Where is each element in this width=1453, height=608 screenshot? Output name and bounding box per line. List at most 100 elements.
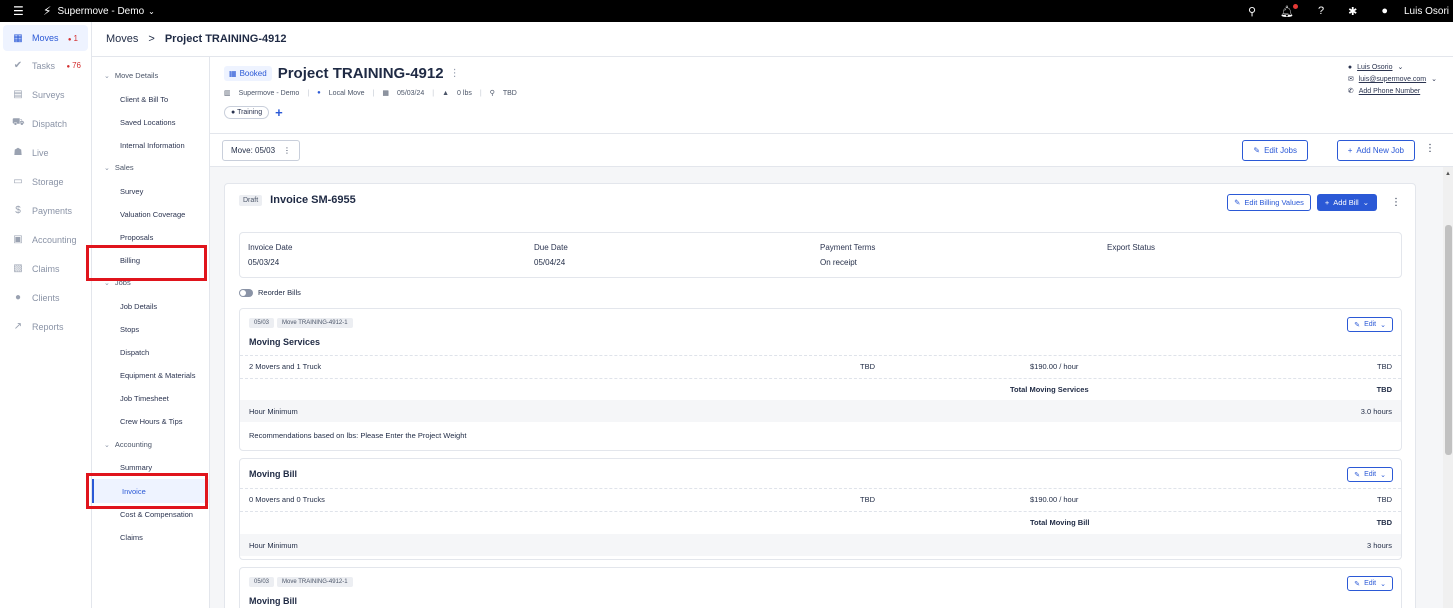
toggle-switch[interactable]	[239, 288, 253, 297]
edit-jobs-button[interactable]: ✎ Edit Jobs	[1242, 140, 1308, 161]
contact-name[interactable]: Luis Osorio	[1357, 64, 1392, 71]
subnav-section-accounting[interactable]: ⌄ Accounting	[104, 440, 152, 449]
subnav-item-job-timesheet[interactable]: Job Timesheet	[120, 394, 169, 403]
subnav-item-saved-locations[interactable]: Saved Locations	[120, 118, 175, 127]
search-icon[interactable]: ⚲	[1248, 5, 1256, 18]
chevron-down-icon: ⌄	[1362, 198, 1369, 207]
bill-total-row: Total Moving Services TBD	[240, 378, 1401, 400]
add-tag-button[interactable]: +	[275, 105, 283, 120]
add-phone-link[interactable]: Add Phone Number	[1359, 88, 1420, 95]
bill-total-row: Total Moving Bill TBD	[240, 511, 1401, 533]
gear-icon[interactable]: ✱	[1348, 5, 1357, 18]
subnav-item-proposals[interactable]: Proposals	[120, 233, 153, 242]
page-title: Project TRAINING-4912	[277, 65, 444, 82]
invoice-status-badge: Draft	[239, 194, 263, 206]
plus-icon: +	[1347, 146, 1353, 155]
moves-badge: 1	[68, 34, 78, 43]
kebab-menu-icon[interactable]: ⋮	[1425, 143, 1435, 154]
reorder-bills-toggle[interactable]: Reorder Bills	[239, 288, 301, 297]
subnav-item-job-details[interactable]: Job Details	[120, 302, 157, 311]
edit-billing-values-button[interactable]: ✎ Edit Billing Values	[1227, 194, 1311, 211]
bill-card: Moving Bill ✎ Edit ⌄ 0 Movers and 0 Trucks…	[239, 458, 1402, 560]
project-subnav: ⌄ Move Details Client & Bill To Saved Loc…	[92, 57, 210, 608]
pencil-icon: ✎	[1354, 580, 1361, 588]
user-icon: ●	[1347, 63, 1353, 71]
kebab-menu-icon[interactable]: ⋮	[1391, 197, 1401, 208]
bell-icon[interactable]: 🔔︎	[1280, 3, 1298, 18]
add-bill-button[interactable]: + Add Bill ⌄	[1316, 194, 1377, 211]
status-badge: ▦ Booked	[224, 66, 272, 81]
tag-icon: ●	[231, 109, 236, 116]
chevron-down-icon: ⌄	[1397, 64, 1404, 71]
clipboard-icon: ▤	[13, 89, 23, 100]
user-icon[interactable]: ●	[1381, 5, 1388, 17]
nav-item-tasks[interactable]: ✔Tasks76	[0, 51, 91, 80]
project-tag[interactable]: ● Training	[224, 106, 270, 119]
scroll-up-icon[interactable]: ▲	[1445, 171, 1451, 177]
kebab-menu-icon: ⋮	[283, 146, 292, 155]
edit-bill-button[interactable]: ✎ Edit ⌄	[1347, 467, 1393, 482]
nav-item-storage[interactable]: ▭ Storage	[0, 167, 91, 196]
subnav-item-dispatch[interactable]: Dispatch	[120, 348, 149, 357]
calendar-icon: ▦	[382, 90, 390, 97]
bill-minimum-row: Hour Minimum 3 hours	[240, 534, 1401, 556]
bill-date-pill: 05/03	[249, 577, 275, 587]
chevron-down-icon: ⌄	[104, 164, 110, 172]
highlight-billing	[86, 245, 207, 281]
calculator-icon: ▣	[13, 234, 23, 245]
breadcrumb-separator: >	[148, 33, 155, 45]
edit-bill-button[interactable]: ✎ Edit ⌄	[1347, 317, 1393, 332]
calendar-icon: ▦	[13, 32, 23, 44]
tasks-badge: 76	[66, 61, 81, 70]
nav-item-dispatch[interactable]: ⛟ Dispatch	[0, 109, 91, 138]
check-circle-icon: ✔	[13, 60, 23, 71]
subnav-section-sales[interactable]: ⌄ Sales	[104, 163, 134, 172]
help-icon[interactable]: ?	[1318, 5, 1324, 17]
nav-item-accounting[interactable]: ▣ Accounting	[0, 225, 91, 254]
nav-item-claims[interactable]: ▧ Claims	[0, 254, 91, 283]
bill-date-pill: 05/03	[249, 318, 275, 328]
scrollbar[interactable]: ▲	[1443, 167, 1453, 608]
subnav-item-internal-information[interactable]: Internal Information	[120, 141, 185, 150]
nav-item-moves[interactable]: ▦Moves1	[3, 25, 88, 51]
project-move-type: Local Move	[328, 89, 365, 97]
nav-item-reports[interactable]: ↗ Reports	[0, 312, 91, 341]
due-date-value: 05/04/24	[534, 258, 566, 267]
dollar-icon: $	[15, 205, 21, 216]
subnav-section-move-details[interactable]: ⌄ Move Details	[104, 71, 158, 80]
subnav-item-stops[interactable]: Stops	[120, 325, 139, 334]
subnav-item-valuation-coverage[interactable]: Valuation Coverage	[120, 210, 185, 219]
contact-email[interactable]: luis@supermove.com	[1359, 76, 1426, 83]
bill-card: 05/03 Move TRAINING-4912-1 Moving Bill ✎ E…	[239, 567, 1402, 608]
nav-item-live[interactable]: ☗ Live	[0, 138, 91, 167]
org-switcher[interactable]: Supermove - Demo ⌄	[57, 6, 154, 17]
subnav-item-cost-compensation[interactable]: Cost & Compensation	[120, 510, 193, 519]
scrollbar-thumb[interactable]	[1445, 225, 1452, 455]
invoice-scroll-area[interactable]: Draft Invoice SM-6955 ✎ Edit Billing Valu…	[210, 167, 1453, 608]
phone-icon: ✆	[1347, 88, 1354, 95]
pencil-icon: ✎	[1253, 146, 1261, 155]
due-date-label: Due Date	[534, 243, 568, 252]
nav-item-clients[interactable]: ● Clients	[0, 283, 91, 312]
top-bar: ☰ ⚡ Supermove - Demo ⌄ ⚲ 🔔︎ ? ✱ ● Luis Os…	[0, 0, 1453, 22]
subnav-item-equipment-materials[interactable]: Equipment & Materials	[120, 371, 195, 380]
bill-title: Moving Bill	[249, 596, 297, 606]
move-selector[interactable]: Move: 05/03 ⋮	[222, 140, 301, 161]
subnav-item-claims[interactable]: Claims	[120, 533, 143, 542]
pencil-icon: ✎	[1354, 321, 1361, 329]
subnav-item-summary[interactable]: Summary	[120, 463, 152, 472]
nav-item-payments[interactable]: $ Payments	[0, 196, 91, 225]
edit-bill-button[interactable]: ✎ Edit ⌄	[1347, 576, 1393, 591]
breadcrumb: Moves > Project TRAINING-4912	[92, 22, 1453, 57]
add-new-job-button[interactable]: + Add New Job	[1336, 140, 1415, 161]
subnav-item-client-bill-to[interactable]: Client & Bill To	[120, 95, 168, 104]
breadcrumb-moves[interactable]: Moves	[106, 33, 138, 45]
user-name[interactable]: Luis Osori	[1404, 6, 1449, 17]
subnav-item-survey[interactable]: Survey	[120, 187, 143, 196]
email-icon: ✉	[1347, 76, 1354, 83]
subnav-item-crew-hours-tips[interactable]: Crew Hours & Tips	[120, 417, 183, 426]
nav-item-surveys[interactable]: ▤ Surveys	[0, 80, 91, 109]
hamburger-menu-icon[interactable]: ☰	[13, 4, 27, 18]
chevron-down-icon: ⌄	[104, 441, 110, 449]
kebab-menu-icon[interactable]: ⋮	[450, 68, 460, 79]
